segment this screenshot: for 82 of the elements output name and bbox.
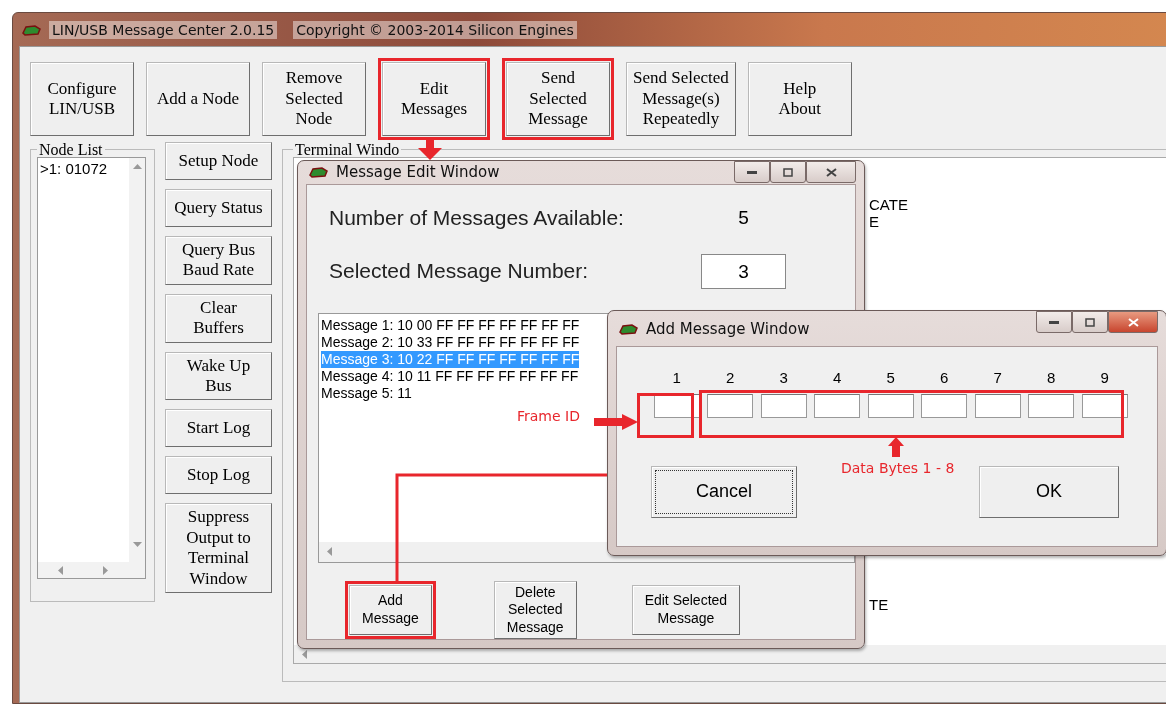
maximize-button[interactable] <box>1072 311 1108 333</box>
pointer-arrow <box>888 437 904 457</box>
column-number: 7 <box>992 369 1003 386</box>
car-icon <box>21 23 41 36</box>
column-number: 5 <box>885 369 896 386</box>
column-number: 8 <box>1046 369 1057 386</box>
byte-input-field[interactable] <box>867 394 914 418</box>
close-icon[interactable] <box>825 167 837 177</box>
toolbar-button[interactable]: Configure LIN/USB <box>30 62 134 136</box>
message-item[interactable]: Message 1: 10 00 FF FF FF FF FF FF FF <box>321 316 580 334</box>
scrollbar[interactable] <box>38 562 129 578</box>
minimize-icon[interactable] <box>747 170 757 174</box>
side-button[interactable]: Suppress Output to Terminal Window <box>165 503 272 593</box>
minimize-icon[interactable] <box>1049 320 1059 324</box>
dialog-button[interactable]: Edit Selected Message <box>631 584 741 635</box>
maximize-button[interactable] <box>770 161 806 183</box>
minimize-button[interactable] <box>734 161 770 183</box>
field-label: Selected Message Number: <box>329 259 590 283</box>
message-item[interactable]: Message 5: 11 <box>321 384 412 402</box>
scroll-right-icon[interactable] <box>103 565 110 575</box>
message-item[interactable]: Message 4: 10 11 FF FF FF FF FF FF FF <box>321 367 579 385</box>
group-label: Node List <box>38 142 104 157</box>
toolbar-button[interactable]: Edit Messages <box>382 62 486 136</box>
car-icon <box>308 166 328 179</box>
group-label: Terminal Windo <box>294 142 401 157</box>
field-label: Number of Messages Available: <box>329 206 625 230</box>
side-button[interactable]: Stop Log <box>165 456 272 495</box>
toolbar-button[interactable]: Send Selected Message <box>506 62 610 136</box>
scroll-left-icon[interactable] <box>57 565 64 575</box>
toolbar-button[interactable]: Add a Node <box>146 62 250 136</box>
window-title: Add Message Window <box>646 319 810 338</box>
toolbar-button[interactable]: Send Selected Message(s) Repeatedly <box>626 62 736 136</box>
close-button[interactable] <box>806 161 856 183</box>
byte-input-field[interactable] <box>974 394 1021 418</box>
side-button[interactable]: Clear Buffers <box>165 293 272 343</box>
message-count: 5 <box>737 205 750 230</box>
message-item[interactable]: Message 2: 10 33 FF FF FF FF FF FF FF <box>321 333 580 351</box>
side-button[interactable]: Start Log <box>165 409 272 448</box>
byte-input-field[interactable] <box>1028 394 1075 418</box>
side-button[interactable]: Query Status <box>165 189 272 227</box>
window-title: Message Edit Window <box>336 163 500 182</box>
byte-input-field[interactable] <box>707 394 754 418</box>
dialog-button[interactable]: OK <box>979 466 1119 518</box>
highlight-frame <box>637 393 694 438</box>
terminal-line: TE <box>869 596 890 613</box>
node-item[interactable]: >1: 01072 <box>40 160 127 177</box>
scroll-left-icon[interactable] <box>302 649 308 659</box>
dialog-button[interactable]: Add Message <box>349 584 432 635</box>
column-number: 4 <box>832 369 843 386</box>
terminal-line: E <box>869 213 880 230</box>
column-number: 1 <box>671 369 682 386</box>
dialog-button[interactable]: Delete Selected Message <box>493 580 577 639</box>
car-icon <box>618 322 638 335</box>
byte-input-field[interactable] <box>814 394 861 418</box>
dialog-button[interactable]: Cancel <box>651 466 797 518</box>
byte-input-field[interactable] <box>1081 394 1128 418</box>
side-button[interactable]: Wake Up Bus <box>165 351 272 401</box>
byte-input-field[interactable] <box>760 394 807 418</box>
column-number: 6 <box>939 369 950 386</box>
toolbar-button[interactable]: Help About <box>747 62 852 136</box>
column-number: 2 <box>725 369 736 386</box>
column-number: 9 <box>1099 369 1110 386</box>
column-number: 3 <box>778 369 789 386</box>
scroll-up-icon[interactable] <box>132 164 142 170</box>
scroll-down-icon[interactable] <box>132 542 142 548</box>
maximize-icon[interactable] <box>783 167 793 177</box>
side-button[interactable]: Setup Node <box>165 142 272 180</box>
annotation-label: Data Bytes 1 - 8 <box>841 460 955 476</box>
minimize-button[interactable] <box>1036 311 1072 333</box>
window-title: LIN/USB Message Center 2.0.15 <box>49 20 278 39</box>
annotation-label: Frame ID <box>517 408 580 424</box>
terminal-line: CATE <box>869 196 909 213</box>
side-button[interactable]: Query Bus Baud Rate <box>165 236 272 285</box>
input-field[interactable]: 3 <box>701 253 786 289</box>
scroll-left-icon[interactable] <box>327 547 333 556</box>
byte-input-field[interactable] <box>921 394 968 418</box>
maximize-icon[interactable] <box>1085 317 1095 327</box>
toolbar-button[interactable]: Remove Selected Node <box>262 62 366 136</box>
close-button[interactable] <box>1108 311 1158 333</box>
copyright-text: Copyright © 2003-2014 Silicon Engines <box>293 20 577 39</box>
scrollbar[interactable] <box>129 158 145 578</box>
pointer-arrow <box>594 414 638 430</box>
